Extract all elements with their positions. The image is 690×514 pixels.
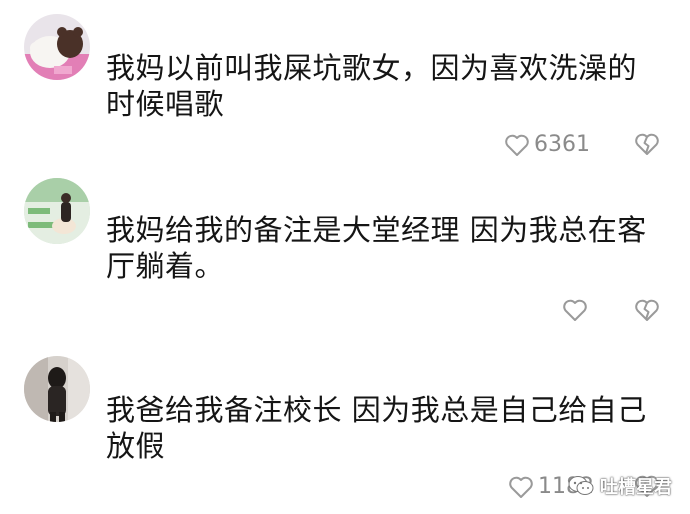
dislike-button[interactable] <box>634 132 660 156</box>
broken-heart-icon <box>634 132 660 156</box>
dislike-button[interactable] <box>634 298 660 322</box>
like-button[interactable] <box>562 298 592 322</box>
avatar[interactable] <box>24 14 90 80</box>
comment-text: 我爸给我备注校长 因为我总是自己给自己放假 <box>106 393 647 463</box>
like-button[interactable]: 6361 <box>504 132 590 157</box>
comment-actions <box>0 298 690 328</box>
watermark: 吐槽星君 <box>568 468 672 504</box>
wechat-icon <box>568 475 594 497</box>
avatar[interactable] <box>24 356 90 422</box>
watermark-text: 吐槽星君 <box>600 477 672 498</box>
comment-text: 我妈给我的备注是大堂经理 因为我总在客厅躺着。 <box>106 213 647 283</box>
comment-actions: 6361 <box>0 132 690 162</box>
broken-heart-icon <box>634 298 660 322</box>
heart-icon <box>504 133 530 157</box>
like-count: 6361 <box>534 132 590 157</box>
heart-icon <box>508 475 534 499</box>
comment-text: 我妈以前叫我屎坑歌女，因为喜欢洗澡的时候唱歌 <box>106 51 638 121</box>
comment-item: 我妈以前叫我屎坑歌女，因为喜欢洗澡的时候唱歌 6361 <box>0 0 690 170</box>
heart-icon <box>562 298 588 322</box>
avatar[interactable] <box>24 178 90 244</box>
comment-item: 我妈给我的备注是大堂经理 因为我总在客厅躺着。 <box>0 170 690 342</box>
